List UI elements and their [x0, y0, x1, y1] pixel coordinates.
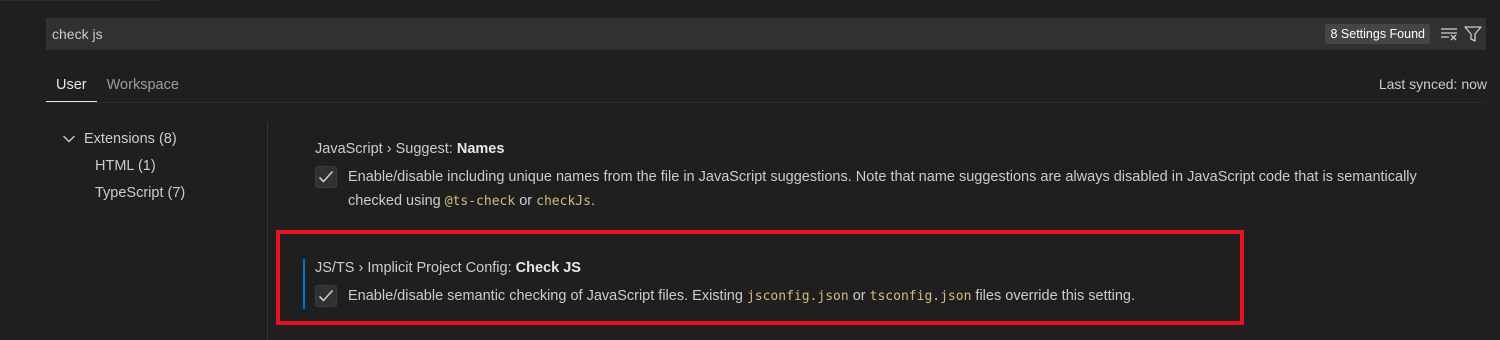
settings-scope-tabs: User Workspace — [46, 72, 189, 102]
chevron-down-icon — [60, 128, 78, 150]
code-tsconfig: tsconfig.json — [869, 289, 972, 304]
setting-category: JavaScript › Suggest: — [315, 141, 457, 157]
setting-checkbox[interactable] — [315, 285, 337, 307]
tab-workspace[interactable]: Workspace — [97, 72, 189, 102]
setting-category: JS/TS › Implicit Project Config: — [315, 260, 516, 276]
setting-name: Names — [456, 141, 505, 157]
settings-search-input[interactable] — [46, 18, 1326, 50]
code-jsconfig: jsconfig.json — [746, 289, 849, 304]
toc-divider — [267, 122, 268, 340]
setting-item-check-js: JS/TS › Implicit Project Config: Check J… — [303, 258, 1483, 309]
setting-description: Enable/disable including unique names fr… — [348, 169, 1417, 209]
check-icon — [318, 170, 334, 183]
tab-user[interactable]: User — [46, 72, 97, 102]
tab-strip-edge — [0, 0, 160, 1]
settings-table-of-contents: Extensions (8) HTML (1) TypeScript (7) — [60, 125, 260, 206]
toc-item-typescript[interactable]: TypeScript (7) — [60, 179, 260, 206]
settings-search-bar: 8 Settings Found — [46, 18, 1486, 50]
setting-name: Check JS — [515, 260, 581, 276]
setting-description: Enable/disable semantic checking of Java… — [348, 288, 1136, 304]
check-icon — [318, 289, 334, 302]
toc-item-label: Extensions (8) — [84, 130, 177, 147]
setting-title: JavaScript › Suggest: Names — [303, 139, 1483, 159]
clear-filter-icon[interactable] — [1438, 23, 1460, 45]
setting-title: JS/TS › Implicit Project Config: Check J… — [303, 258, 1483, 278]
results-count-badge: 8 Settings Found — [1325, 24, 1430, 44]
code-checkjs: checkJs — [536, 194, 591, 209]
toc-item-html[interactable]: HTML (1) — [60, 152, 260, 179]
sync-status: Last synced: now — [1378, 76, 1487, 92]
toc-item-extensions[interactable]: Extensions (8) — [60, 125, 260, 152]
tabs-divider — [46, 102, 1486, 103]
filter-icon[interactable] — [1462, 23, 1484, 45]
code-ts-check: @ts-check — [444, 194, 516, 209]
setting-checkbox[interactable] — [315, 166, 337, 188]
setting-item-suggest-names: JavaScript › Suggest: Names Enable/disab… — [303, 139, 1483, 214]
